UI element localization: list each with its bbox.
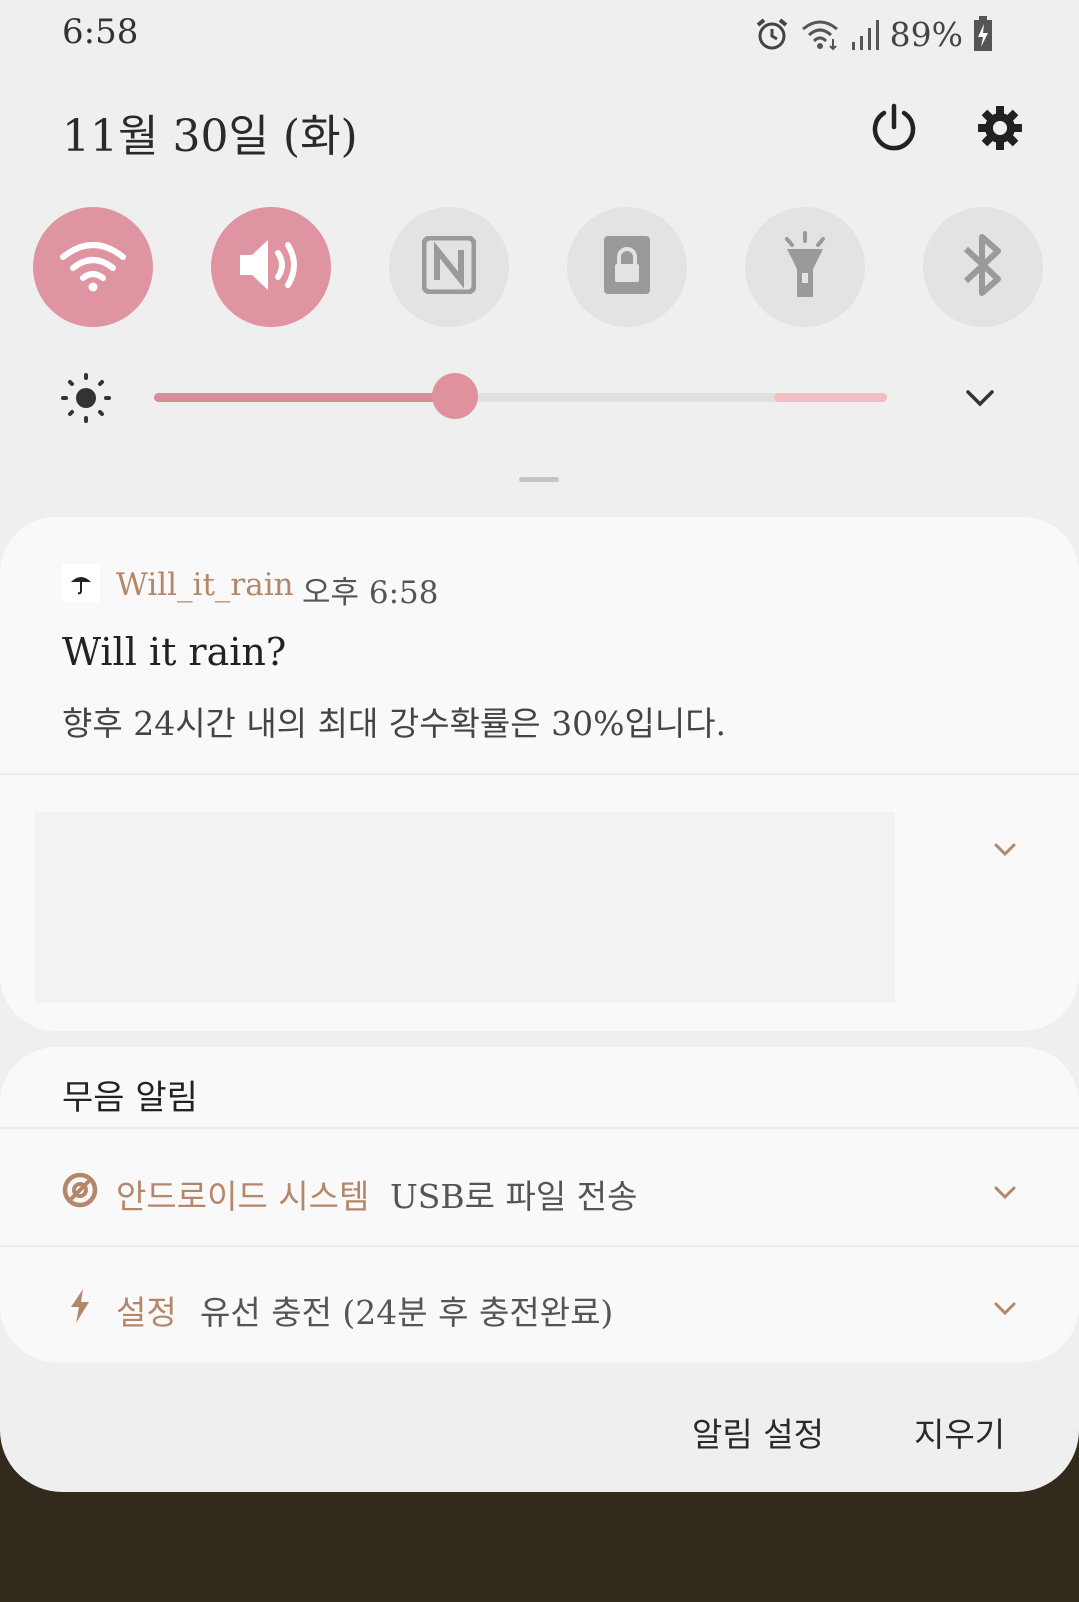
toggle-screen-lock[interactable] xyxy=(567,207,687,327)
notification-shade: 6:58 89% 11월 30일 (화) Will_it_rain 오후 6:5… xyxy=(0,0,1079,1492)
card-divider xyxy=(0,1245,1079,1247)
chevron-down-icon[interactable] xyxy=(990,1298,1020,1320)
brightness-slider-range xyxy=(774,393,887,402)
notification-settings-button[interactable]: 알림 설정 xyxy=(692,1408,824,1456)
toggle-nfc[interactable] xyxy=(389,207,509,327)
toggle-flashlight[interactable] xyxy=(745,207,865,327)
wifi-icon xyxy=(800,17,840,51)
battery-charging-icon xyxy=(973,16,993,52)
nfc-icon xyxy=(421,235,477,298)
card-divider xyxy=(0,773,1079,775)
toggle-sound[interactable] xyxy=(211,207,331,327)
brightness-icon xyxy=(60,372,112,424)
alarm-icon xyxy=(754,16,790,52)
expand-chevron-icon[interactable] xyxy=(960,380,1000,416)
app-icon-umbrella xyxy=(62,564,100,602)
notification-title: Will it rain? xyxy=(62,630,287,674)
wifi-icon xyxy=(58,237,128,297)
date-label: 11월 30일 (화) xyxy=(62,111,358,162)
silent-section-header: 무음 알림 xyxy=(62,1078,198,1118)
card-divider xyxy=(0,1127,1079,1129)
signal-icon xyxy=(850,18,880,50)
power-icon[interactable] xyxy=(866,100,922,156)
status-time: 6:58 xyxy=(62,12,139,52)
toggle-wifi[interactable] xyxy=(33,207,153,327)
notification-body: 향후 24시간 내의 최대 강수확률은 30%입니다. xyxy=(62,704,727,743)
notification-time: 오후 6:58 xyxy=(302,575,439,611)
chevron-down-icon[interactable] xyxy=(990,839,1020,861)
bluetooth-icon xyxy=(960,231,1006,303)
silent-item-app: 안드로이드 시스템 xyxy=(116,1177,370,1216)
clear-button[interactable]: 지우기 xyxy=(914,1408,1005,1456)
brightness-slider[interactable] xyxy=(154,373,887,419)
battery-percent: 89% xyxy=(889,14,963,54)
flashlight-icon xyxy=(779,231,831,303)
brightness-slider-fill xyxy=(154,393,455,402)
settings-icon[interactable] xyxy=(972,100,1028,156)
charging-bolt-icon xyxy=(60,1286,100,1326)
status-icons: 89% xyxy=(754,12,993,56)
silent-item-text: USB로 파일 전송 xyxy=(390,1177,638,1216)
android-system-icon xyxy=(60,1170,100,1210)
brightness-slider-thumb[interactable] xyxy=(431,373,478,419)
lock-icon xyxy=(602,234,652,300)
toggle-bluetooth[interactable] xyxy=(923,207,1043,327)
drag-handle[interactable] xyxy=(519,477,559,482)
chevron-down-icon[interactable] xyxy=(990,1182,1020,1204)
volume-icon xyxy=(236,235,306,299)
silent-item-text: 유선 충전 (24분 후 충전완료) xyxy=(200,1293,614,1332)
notification-app-name: Will_it_rain xyxy=(116,567,294,603)
quick-settings-row xyxy=(33,207,1045,329)
silent-item-app: 설정 xyxy=(116,1293,177,1332)
notification-media-placeholder xyxy=(35,812,895,1003)
